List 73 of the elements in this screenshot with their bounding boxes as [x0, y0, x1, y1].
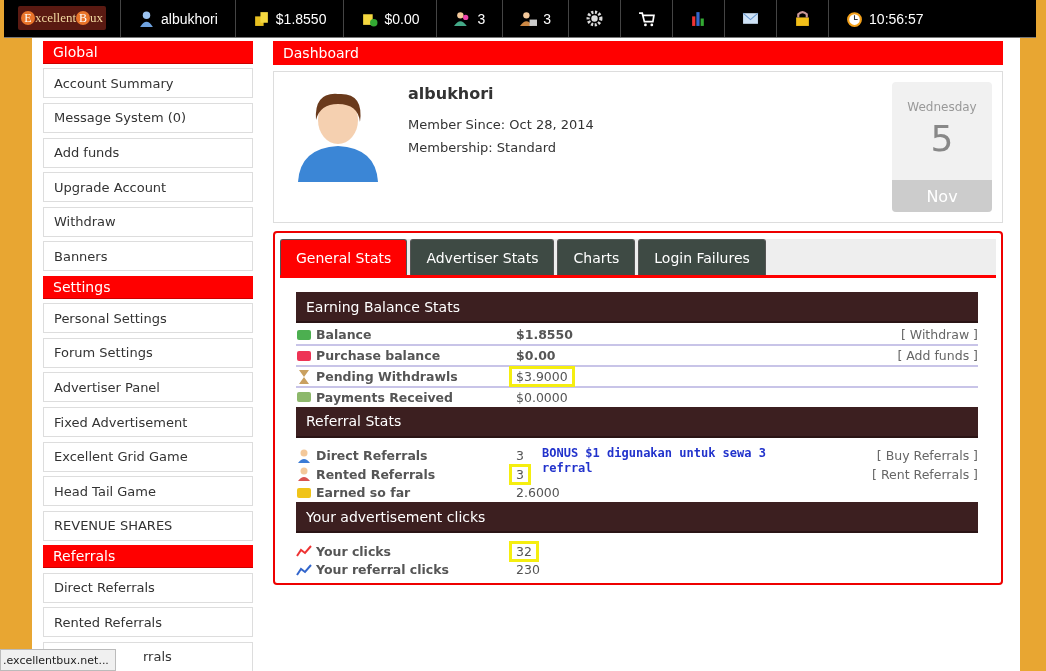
people-icon[interactable]: [520, 10, 538, 27]
stat-label: Your clicks: [316, 543, 393, 559]
status-tooltip: .excellentbux.net...: [0, 649, 116, 671]
sidebar-item[interactable]: Forum Settings: [43, 337, 253, 368]
username: albukhori: [408, 84, 495, 103]
stat-value: $0.00: [515, 348, 557, 363]
action-link[interactable]: [ Withdraw ]: [900, 327, 978, 342]
sidebar-item[interactable]: Advertiser Panel: [43, 372, 253, 403]
day: 5: [930, 118, 954, 180]
stat-value: 230: [515, 562, 541, 578]
settings-icon[interactable]: [586, 10, 604, 27]
topbar-text[interactable]: 3: [543, 10, 552, 27]
stat-label: Payments Received: [316, 389, 455, 405]
topbar-text[interactable]: albukhori: [161, 10, 218, 27]
hourglass-icon: [296, 368, 312, 385]
action-link[interactable]: [ Add funds ]: [897, 348, 978, 363]
sidebar-header: Settings: [43, 275, 253, 299]
topbar-text[interactable]: 3: [477, 10, 486, 27]
envelope-icon[interactable]: [742, 10, 760, 27]
stat-value: 32: [512, 543, 536, 559]
section-header: Earning Balance Stats: [296, 292, 978, 323]
stat-label: Direct Referrals: [316, 448, 429, 464]
user-icon[interactable]: [138, 10, 155, 27]
section-header: Your advertisement clicks: [296, 502, 978, 533]
sidebar-item[interactable]: Direct Referrals: [43, 572, 253, 603]
stat-value: $1.8550: [515, 327, 574, 342]
action-link[interactable]: [ Rent Referrals ]: [872, 466, 978, 482]
stat-label: Balance: [316, 327, 373, 342]
topbar-text[interactable]: $0.00: [384, 10, 420, 27]
membership: Membership: Standard: [408, 140, 557, 155]
topbar-text[interactable]: 10:56:57: [869, 10, 924, 27]
padlock-icon[interactable]: [794, 10, 812, 27]
stat-label: Earned so far: [316, 485, 412, 501]
sidebar-item[interactable]: Fixed Advertisement: [43, 407, 253, 438]
stat-value: $3.9000: [512, 369, 572, 384]
topbar-text[interactable]: $1.8550: [275, 10, 327, 27]
sidebar-item[interactable]: REVENUE SHARES: [43, 510, 253, 541]
sidebar-item[interactable]: Personal Settings: [43, 303, 253, 334]
stat-label: Pending Withdrawls: [316, 369, 459, 384]
sidebar-item[interactable]: Head Tail Game: [43, 476, 253, 507]
stat-label: Rented Referrals: [316, 466, 437, 482]
stat-value: 2.6000: [515, 485, 561, 501]
sidebar-item[interactable]: Withdraw: [43, 206, 253, 237]
person-icon: [296, 447, 312, 464]
weekday: Wednesday: [907, 100, 977, 114]
tab[interactable]: General Stats: [280, 239, 408, 275]
tab[interactable]: Login Failures: [638, 239, 766, 275]
logo[interactable]: E xcellent B ux: [18, 6, 106, 30]
stat-label: Your referral clicks: [316, 562, 450, 578]
tab[interactable]: Charts: [557, 239, 636, 275]
section-header: Referral Stats: [296, 406, 978, 438]
bonus-note: BONUS $1 digunakan untuk sewa 3 refrral: [542, 445, 767, 476]
sidebar-item[interactable]: Add funds: [43, 137, 253, 168]
coins-icon[interactable]: [252, 10, 270, 27]
dashboard-header: Dashboard: [273, 41, 1003, 65]
stat-value: 3: [515, 448, 525, 464]
tab[interactable]: Advertiser Stats: [410, 239, 555, 275]
person-icon: [296, 466, 312, 483]
sidebar-item[interactable]: Account Summary: [43, 68, 253, 99]
stat-value: 3: [512, 466, 528, 482]
sidebar-item[interactable]: Rented Referrals: [43, 607, 253, 638]
stat-value: $0.0000: [515, 389, 569, 405]
member-since: Member Since: Oct 28, 2014: [408, 117, 595, 132]
sidebar-item[interactable]: Message System (0): [43, 102, 253, 133]
sidebar-header: Referrals: [43, 545, 253, 569]
cart-icon[interactable]: [638, 10, 656, 27]
sidebar-item[interactable]: Banners: [43, 241, 253, 272]
stat-label: Purchase balance: [316, 348, 442, 363]
alarm-clock-icon[interactable]: [846, 10, 864, 27]
sidebar-item[interactable]: Excellent Grid Game: [43, 441, 253, 472]
action-link[interactable]: [ Buy Referrals ]: [876, 448, 978, 464]
sidebar-item[interactable]: Upgrade Account: [43, 172, 253, 203]
sidebar-header: Global: [43, 41, 253, 64]
